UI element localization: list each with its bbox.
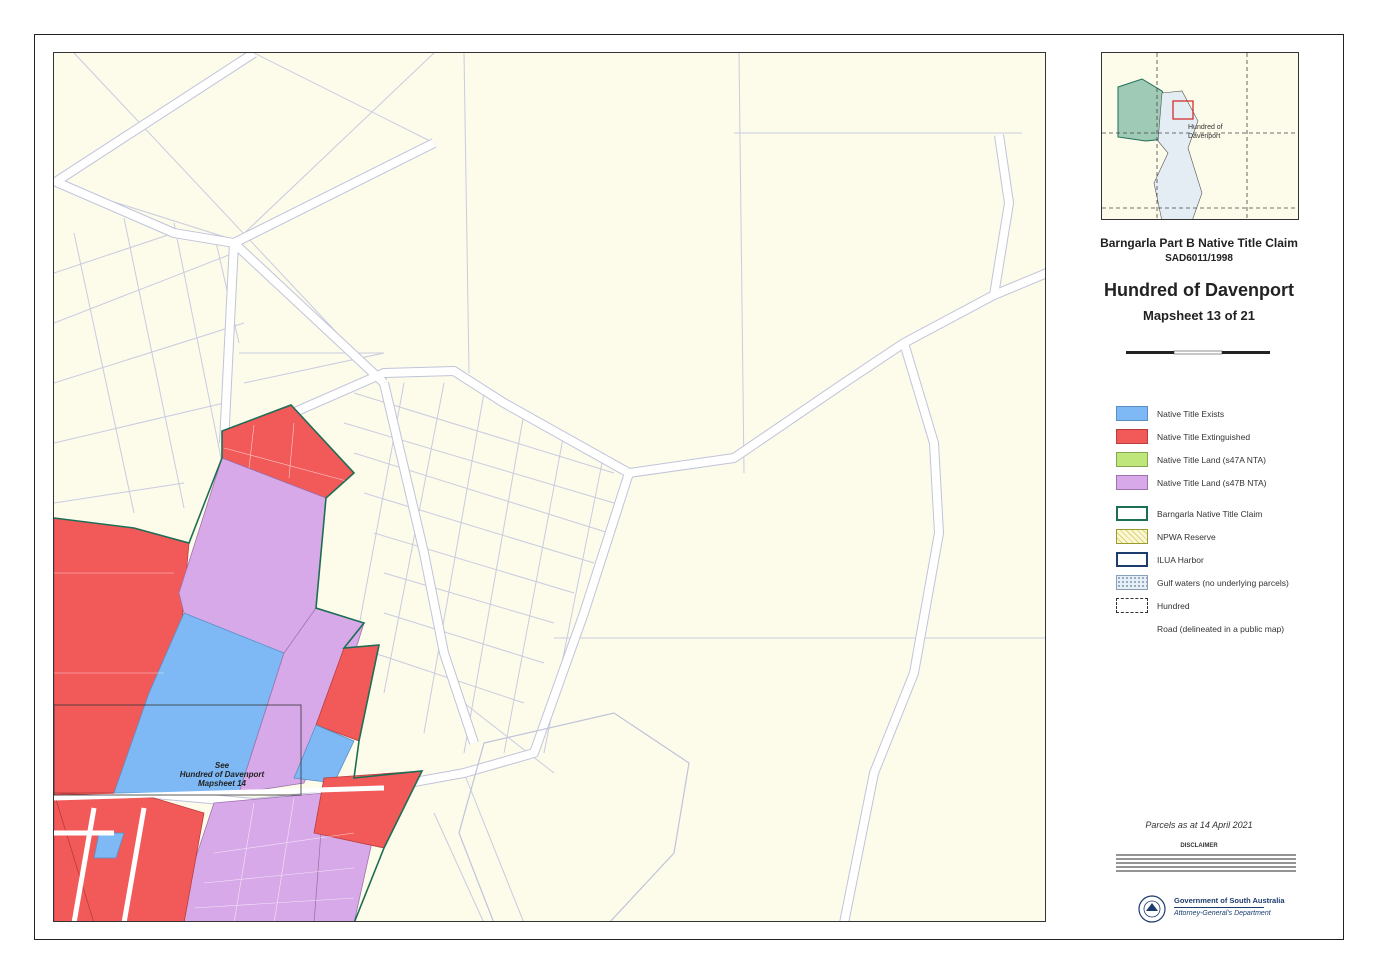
legend-item: Native Title Land (s47B NTA): [1116, 475, 1336, 491]
legend-label: Gulf waters (no underlying parcels): [1157, 578, 1289, 588]
mapsheet-number: Mapsheet 13 of 21: [1143, 308, 1255, 323]
legend-label: ILUA Harbor: [1157, 555, 1204, 565]
legend-label: Hundred: [1157, 601, 1190, 611]
government-crest-icon: [1138, 895, 1166, 923]
legend-label: Native Title Exists: [1157, 409, 1225, 419]
legend-item: Native Title Exists: [1116, 406, 1336, 422]
legend-item: Native Title Extinguished: [1116, 429, 1336, 445]
legend-item: ILUA Harbor: [1116, 552, 1336, 568]
see-note-line-3: Mapsheet 14: [197, 779, 247, 788]
dashed-swatch-icon: [1116, 598, 1148, 613]
disclaimer-text: [1116, 852, 1296, 884]
fill-swatch-icon: [1116, 452, 1148, 467]
legend-item: Barngarla Native Title Claim: [1116, 506, 1336, 522]
parcels-date: Parcels as at 14 April 2021: [1145, 820, 1253, 830]
hundred-title: Hundred of Davenport: [1103, 280, 1294, 300]
legend-label: Road (delineated in a public map): [1157, 624, 1285, 634]
see-note-line-1: See: [214, 761, 230, 770]
legend-item: Native Title Land (s47A NTA): [1116, 452, 1336, 468]
fill-swatch-icon: [1116, 406, 1148, 421]
legend-item: Hundred: [1116, 598, 1336, 614]
outline-swatch-icon: [1116, 506, 1148, 521]
dotted-swatch-icon: [1116, 575, 1148, 590]
see-note-line-2: Hundred of Davenport: [179, 770, 265, 779]
disclaimer-heading: DISCLAIMER: [1180, 843, 1218, 849]
government-name: Government of South Australia: [1174, 896, 1285, 905]
outline-swatch-icon: [1116, 552, 1148, 567]
legend-panel: Hundred of Davenport Barngarla Part B Na…: [1064, 52, 1334, 932]
main-map[interactable]: See Hundred of Davenport Mapsheet 14: [53, 52, 1046, 922]
fill-swatch-icon: [1116, 475, 1148, 490]
legend-label: NPWA Reserve: [1157, 532, 1216, 542]
tract-outline: [458, 712, 690, 921]
scale-bar: [1126, 350, 1270, 355]
legend-item: NPWA Reserve: [1116, 529, 1336, 545]
government-department: Attorney-General's Department: [1174, 910, 1271, 917]
claim-parcels: [54, 404, 423, 921]
locator-map: Hundred of Davenport: [1101, 52, 1299, 220]
claim-id: SAD6011/1998: [1165, 253, 1233, 264]
fill-swatch-icon: [1116, 429, 1148, 444]
government-rule: [1174, 907, 1264, 908]
legend-label: Native Title Extinguished: [1157, 432, 1251, 442]
claim-title: Barngarla Part B Native Title Claim: [1100, 236, 1298, 250]
map-canvas: [54, 53, 1045, 921]
legend-label: Native Title Land (s47B NTA): [1157, 478, 1267, 488]
road-swatch-icon: [1116, 621, 1148, 636]
legend-item: Gulf waters (no underlying parcels): [1116, 575, 1336, 591]
see-note: See Hundred of Davenport Mapsheet 14: [132, 761, 312, 788]
legend-item: Road (delineated in a public map): [1116, 621, 1336, 637]
legend-label: Barngarla Native Title Claim: [1157, 509, 1263, 519]
legend-label: Native Title Land (s47A NTA): [1157, 455, 1266, 465]
hatched-swatch-icon: [1116, 529, 1148, 544]
inset-label: Hundred of Davenport: [1188, 124, 1223, 140]
